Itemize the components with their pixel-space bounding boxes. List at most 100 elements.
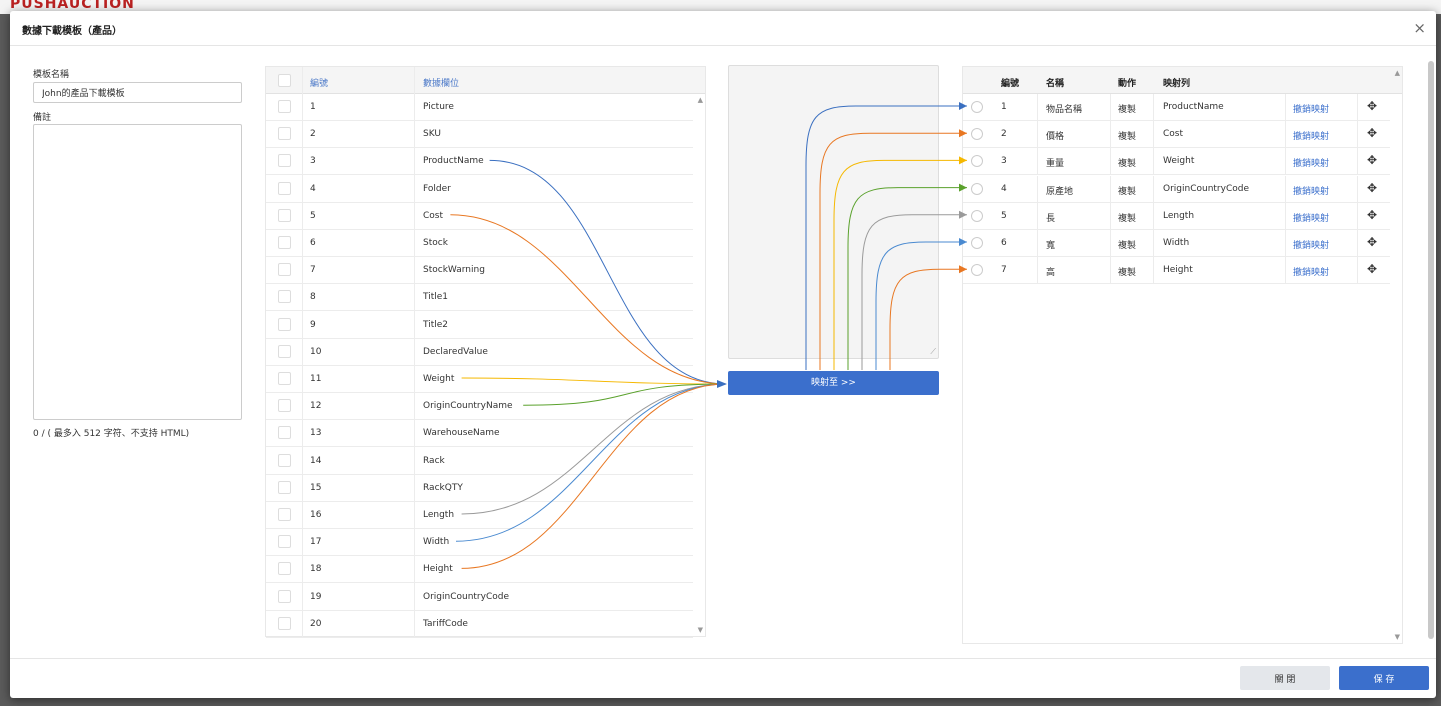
row-radio[interactable] <box>971 237 983 249</box>
table-row[interactable]: 7 StockWarning <box>266 257 693 285</box>
row-checkbox[interactable] <box>278 208 291 222</box>
close-icon[interactable]: × <box>1413 19 1426 37</box>
template-modal: 數據下載模板（產品） × 模板名稱 備註 0 / ( 最多入 512 字符、不支… <box>10 11 1436 698</box>
scroll-down-icon[interactable]: ▼ <box>698 626 703 634</box>
drag-move-icon[interactable]: ✥ <box>1367 181 1377 195</box>
drag-move-icon[interactable]: ✥ <box>1367 153 1377 167</box>
table-row[interactable]: 2 SKU <box>266 121 693 149</box>
column-divider <box>1285 94 1286 121</box>
row-radio[interactable] <box>971 264 983 277</box>
row-checkbox[interactable] <box>278 508 291 521</box>
table-row[interactable]: 9 Title2 <box>266 312 693 339</box>
undo-mapping-link[interactable]: 撤銷映射 <box>1293 238 1329 251</box>
row-radio[interactable] <box>971 182 983 195</box>
row-checkbox[interactable] <box>278 480 291 494</box>
drag-move-icon[interactable]: ✥ <box>1367 208 1377 222</box>
row-checkbox[interactable] <box>278 100 291 113</box>
table-row[interactable]: 5 Cost <box>266 203 693 230</box>
table-row[interactable]: 4 Folder <box>266 176 693 203</box>
row-checkbox[interactable] <box>278 426 291 440</box>
row-checkbox[interactable] <box>278 344 291 358</box>
row-checkbox[interactable] <box>278 154 291 168</box>
table-row[interactable]: 10 DeclaredValue <box>266 339 693 366</box>
row-checkbox[interactable] <box>278 127 291 141</box>
row-radio[interactable] <box>971 209 983 222</box>
undo-mapping-link[interactable]: 撤銷映射 <box>1293 156 1329 169</box>
row-checkbox[interactable] <box>278 290 291 304</box>
close-button[interactable]: 關 閉 <box>1240 666 1330 690</box>
map-to-button[interactable]: 映射至 >> <box>728 371 939 395</box>
mapping-staging-area: ⟋ <box>728 65 939 359</box>
row-checkbox[interactable] <box>278 372 291 385</box>
table-row[interactable]: 3 ProductName <box>266 148 693 176</box>
row-checkbox[interactable] <box>278 535 291 549</box>
row-checkbox[interactable] <box>278 317 291 331</box>
resize-handle-icon[interactable]: ⟋ <box>930 347 936 357</box>
modal-scrollbar[interactable] <box>1427 49 1435 659</box>
table-row[interactable]: 16 Length <box>266 502 693 529</box>
column-divider <box>1357 175 1358 203</box>
row-checkbox[interactable] <box>278 181 291 195</box>
row-checkbox[interactable] <box>278 263 291 277</box>
column-divider <box>1037 202 1038 230</box>
table-row[interactable]: 17 Width <box>266 529 693 557</box>
drag-move-icon[interactable]: ✥ <box>1367 126 1377 140</box>
row-checkbox[interactable] <box>278 399 291 413</box>
row-checkbox[interactable] <box>278 616 291 630</box>
undo-mapping-link[interactable]: 撤銷映射 <box>1293 211 1329 224</box>
column-divider <box>1153 121 1154 149</box>
scroll-up-icon[interactable]: ▲ <box>1395 69 1400 77</box>
row-checkbox[interactable] <box>278 236 291 249</box>
save-button[interactable]: 保 存 <box>1339 666 1429 690</box>
column-divider <box>1110 230 1111 257</box>
row-radio[interactable] <box>971 155 983 168</box>
row-radio[interactable] <box>971 128 983 141</box>
scroll-down-icon[interactable]: ▼ <box>1395 633 1400 641</box>
source-table-header: 編號 數據欄位 <box>266 67 705 94</box>
table-row[interactable]: 6 Stock <box>266 230 693 257</box>
row-number: 8 <box>310 292 316 303</box>
row-checkbox[interactable] <box>278 589 291 603</box>
note-textarea[interactable] <box>33 124 242 420</box>
row-radio[interactable] <box>971 101 983 113</box>
row-mapped-column: Height <box>1163 265 1193 276</box>
row-number: 3 <box>1001 156 1007 167</box>
table-row: 7 高 複製 Height 撤銷映射 ✥ <box>963 257 1390 285</box>
table-row: 2 價格 複製 Cost 撤銷映射 ✥ <box>963 121 1390 149</box>
table-row[interactable]: 20 TariffCode <box>266 611 693 638</box>
undo-mapping-link[interactable]: 撤銷映射 <box>1293 265 1329 278</box>
row-field-name: Folder <box>423 183 451 194</box>
table-row: 4 原產地 複製 OriginCountryCode 撤銷映射 ✥ <box>963 175 1390 203</box>
scroll-up-icon[interactable]: ▲ <box>698 96 703 104</box>
table-row: 6 寬 複製 Width 撤銷映射 ✥ <box>963 230 1390 257</box>
table-row[interactable]: 18 Height <box>266 556 693 584</box>
row-checkbox[interactable] <box>278 453 291 467</box>
drag-move-icon[interactable]: ✥ <box>1367 235 1377 249</box>
column-header-number[interactable]: 編號 <box>310 76 328 89</box>
row-name: 高 <box>1046 268 1056 279</box>
row-number: 20 <box>310 618 322 629</box>
drag-move-icon[interactable]: ✥ <box>1367 262 1377 276</box>
table-row[interactable]: 8 Title1 <box>266 284 693 312</box>
table-row[interactable]: 12 OriginCountryName <box>266 393 693 421</box>
table-row[interactable]: 13 WarehouseName <box>266 420 693 448</box>
drag-move-icon[interactable]: ✥ <box>1367 99 1377 113</box>
column-divider <box>1110 94 1111 121</box>
character-counter: 0 / ( 最多入 512 字符、不支持 HTML) <box>33 429 190 439</box>
table-row[interactable]: 19 OriginCountryCode <box>266 584 693 611</box>
column-divider <box>1037 175 1038 203</box>
scrollbar-thumb[interactable] <box>1428 61 1434 639</box>
undo-mapping-link[interactable]: 撤銷映射 <box>1293 184 1329 197</box>
undo-mapping-link[interactable]: 撤銷映射 <box>1293 102 1329 115</box>
column-header-field[interactable]: 數據欄位 <box>423 76 459 89</box>
row-checkbox[interactable] <box>278 562 291 576</box>
template-name-input[interactable] <box>33 82 242 103</box>
row-mapped-column: OriginCountryCode <box>1163 183 1249 194</box>
source-fields-table: 編號 數據欄位 1 Picture 2 SKU 3 ProductName 4 Folder 5… <box>265 66 706 638</box>
table-row[interactable]: 14 Rack <box>266 448 693 475</box>
select-all-checkbox[interactable] <box>278 74 291 87</box>
table-row[interactable]: 11 Weight <box>266 366 693 393</box>
table-row[interactable]: 15 RackQTY <box>266 475 693 502</box>
table-row[interactable]: 1 Picture <box>266 94 693 121</box>
undo-mapping-link[interactable]: 撤銷映射 <box>1293 129 1329 142</box>
